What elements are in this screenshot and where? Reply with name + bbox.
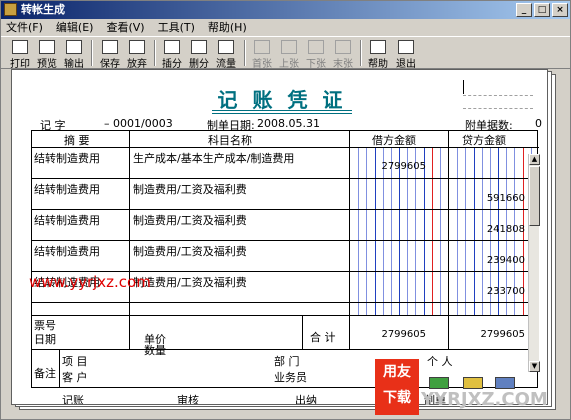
insert-row-icon [164, 40, 180, 54]
row-credit[interactable]: 233700 [429, 286, 525, 297]
total-credit: 2799605 [480, 329, 525, 340]
window-title: 转帐生成 [21, 3, 65, 16]
person-label: 个 人 [427, 355, 453, 368]
row-debit[interactable]: 2799605 [330, 161, 426, 172]
export-button[interactable]: 输出 [61, 38, 87, 70]
col-debit-header: 借方金额 [372, 134, 416, 147]
menu-bar: 文件(F) 编辑(E) 查看(V) 工具(T) 帮助(H) [1, 19, 570, 36]
preview-icon [39, 40, 55, 54]
print-icon [12, 40, 28, 54]
attachments-count[interactable]: 0 [535, 117, 542, 130]
salesman-label: 业务员 [274, 371, 307, 384]
ticket-date-label: 日期 [34, 333, 56, 346]
row-credit[interactable]: 239400 [429, 255, 525, 266]
help-button[interactable]: 帮助 [365, 38, 391, 70]
note-icon[interactable] [495, 377, 515, 389]
col-credit-header: 贷方金额 [462, 134, 506, 147]
row-account[interactable]: 制造费用/工资及福利费 [133, 212, 247, 228]
digit-separator [366, 147, 367, 315]
insert-row-button[interactable]: 插分 [159, 38, 185, 70]
digit-separator [391, 147, 392, 315]
row-credit[interactable]: 591660 [429, 193, 525, 204]
menu-edit[interactable]: 编辑(E) [51, 19, 102, 36]
delete-row-button[interactable]: 删分 [186, 38, 212, 70]
logo-text: YYRJXZ.COM [421, 389, 548, 410]
print-button[interactable]: 打印 [7, 38, 33, 70]
row-credit[interactable]: 241808 [429, 224, 525, 235]
next-button[interactable]: 下张 [303, 38, 329, 70]
total-debit: 2799605 [381, 329, 426, 340]
col-summary-header: 摘 要 [64, 134, 90, 147]
sig-bookkeep: 记账 [62, 394, 84, 405]
dept-label: 部 门 [274, 355, 300, 368]
digit-separator [358, 147, 359, 315]
last-icon [335, 40, 351, 54]
menu-file[interactable]: 文件(F) [1, 19, 51, 36]
last-button[interactable]: 末张 [330, 38, 356, 70]
cashflow-button[interactable]: 流量 [213, 38, 239, 70]
menu-tools[interactable]: 工具(T) [153, 19, 203, 36]
customer-label: 客 户 [62, 371, 88, 384]
maximize-button[interactable]: □ [534, 3, 550, 17]
voucher-title: 记 账 凭 证 [217, 88, 347, 112]
row-summary[interactable]: 结转制造费用 [34, 212, 100, 228]
preview-button[interactable]: 预览 [34, 38, 60, 70]
row-summary[interactable]: 结转制造费用 [34, 181, 100, 197]
voucher-id-field[interactable] [463, 80, 533, 94]
quantity-label: 数量 [144, 344, 166, 357]
export-icon [66, 40, 82, 54]
first-button[interactable]: 首张 [249, 38, 275, 70]
menu-help[interactable]: 帮助(H) [203, 19, 255, 36]
calc-icon[interactable] [429, 377, 449, 389]
scroll-thumb[interactable] [529, 166, 540, 226]
digit-separator [375, 147, 376, 315]
save-icon [102, 40, 118, 54]
delete-row-icon [191, 40, 207, 54]
toolbar: 打印 预览 输出 保存 放弃 插分 删分 流量 首张 上张 下张 末张 帮助 退… [1, 36, 570, 70]
digit-separator [415, 147, 416, 315]
close-button[interactable]: × [552, 3, 568, 17]
row-summary[interactable]: 结转制造费用 [34, 243, 100, 259]
cashflow-icon [218, 40, 234, 54]
vertical-scrollbar[interactable]: ▲ ▼ [528, 154, 540, 372]
app-icon [4, 3, 17, 16]
project-label: 项 目 [62, 355, 88, 368]
row-account[interactable]: 制造费用/工资及福利费 [133, 243, 247, 259]
logo-badge: 用友 下载 [375, 359, 419, 415]
exit-button[interactable]: 退出 [393, 38, 419, 70]
voucher-paper: 记 账 凭 证 记 字 – 0001/0003 制单日期: 2008.05.31… [11, 69, 548, 405]
minimize-button[interactable]: _ [516, 3, 532, 17]
discard-button[interactable]: 放弃 [124, 38, 150, 70]
prev-button[interactable]: 上张 [276, 38, 302, 70]
sig-audit: 审核 [177, 394, 199, 405]
exit-icon [398, 40, 414, 54]
col-account-header: 科目名称 [208, 134, 252, 147]
first-icon [254, 40, 270, 54]
transfer-generation-window: 转帐生成 _ □ × 文件(F) 编辑(E) 查看(V) 工具(T) 帮助(H)… [0, 0, 571, 420]
discard-icon [129, 40, 145, 54]
digit-separator [383, 147, 384, 315]
scroll-up-icon[interactable]: ▲ [529, 154, 540, 165]
voucher-date[interactable]: 2008.05.31 [257, 117, 320, 130]
row-summary[interactable]: 结转制造费用 [34, 150, 100, 166]
voucher-number[interactable]: – 0001/0003 [104, 117, 173, 130]
title-bar: 转帐生成 _ □ × [1, 1, 570, 19]
scroll-down-icon[interactable]: ▼ [529, 361, 540, 372]
next-icon [308, 40, 324, 54]
watermark-url: www.yyrjxz.com [29, 273, 151, 291]
remark-label: 备注 [34, 367, 56, 380]
menu-view[interactable]: 查看(V) [101, 19, 152, 36]
row-account[interactable]: 生产成本/基本生产成本/制造费用 [133, 150, 294, 166]
voucher-grid: 摘 要 科目名称 借方金额 贷方金额 结转制造费用 生产成本/基本生产成本/制造… [31, 130, 539, 388]
row-account[interactable]: 制造费用/工资及福利费 [133, 181, 247, 197]
save-button[interactable]: 保存 [97, 38, 123, 70]
digit-separator [407, 147, 408, 315]
prev-icon [281, 40, 297, 54]
help-icon [370, 40, 386, 54]
digit-separator [424, 147, 425, 315]
ref-icon[interactable] [463, 377, 483, 389]
digit-separator [399, 147, 400, 315]
sig-cashier: 出纳 [295, 394, 317, 405]
